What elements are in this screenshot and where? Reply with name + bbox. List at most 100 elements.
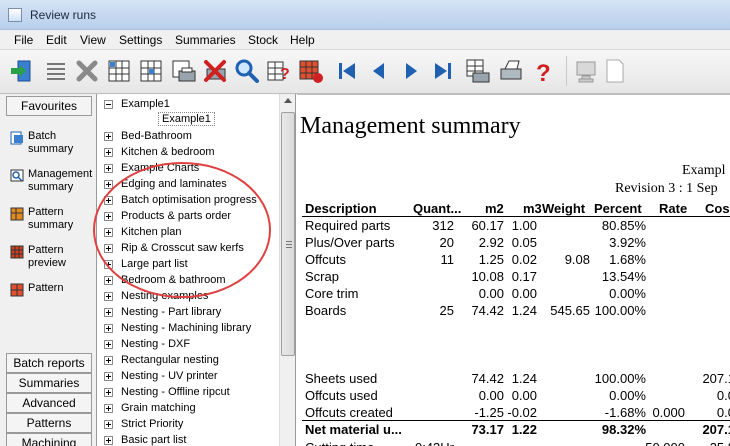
batch-summary-icon (10, 131, 28, 147)
expand-icon[interactable] (104, 323, 113, 333)
first-page-icon[interactable] (332, 56, 362, 86)
cutting-cell-0: Cutting time (305, 440, 374, 446)
collapse-icon[interactable] (104, 99, 113, 109)
computer-icon[interactable] (572, 56, 602, 86)
summary-cell-2: 10.08 (471, 269, 504, 284)
nav-advanced[interactable]: Advanced (6, 393, 92, 413)
management-summary-icon (10, 169, 28, 185)
expand-icon[interactable] (104, 387, 113, 397)
cancel-print-icon[interactable] (200, 56, 230, 86)
menu-view[interactable]: View (80, 33, 106, 47)
summary-cell-3: 0.00 (511, 286, 537, 301)
summary-cell-3: 0.17 (511, 269, 537, 284)
expand-icon[interactable] (104, 435, 113, 445)
print-batch-icon[interactable] (168, 56, 198, 86)
expand-icon[interactable] (104, 307, 113, 317)
summary-cell-2: 1.25 (478, 252, 504, 267)
page-icon[interactable] (600, 56, 630, 86)
tree-child-item[interactable]: Example1 (158, 112, 215, 126)
search-icon[interactable] (232, 56, 262, 86)
nav-machining[interactable]: Machining (6, 433, 92, 446)
fav-pattern[interactable]: Pattern (10, 282, 96, 299)
report-revision: Revision 3 : 1 Sep (615, 181, 718, 196)
fav-batch-summary[interactable]: Batch summary (10, 130, 96, 156)
tree-item[interactable]: Grain matching (104, 400, 196, 416)
pattern-grid-icon[interactable] (136, 56, 166, 86)
tree-item[interactable]: Bed-Bathroom (104, 128, 192, 144)
total-cell-0: Net material u... (305, 422, 402, 437)
scroll-thumb[interactable] (281, 112, 295, 356)
table-row: Sheets used 74.42 1.24 100.00% 207.1 (305, 371, 730, 387)
usage-cell-7: 207.1 (702, 371, 730, 386)
menu-file[interactable]: File (14, 33, 33, 47)
printer-icon[interactable] (496, 56, 526, 86)
summary-cell-5: 100.00% (594, 303, 646, 318)
fav-pattern-summary[interactable]: Pattern summary (10, 206, 96, 232)
expand-icon[interactable] (104, 291, 113, 301)
report-subtitle: Exampl (682, 163, 726, 178)
fav-pattern-preview[interactable]: Pattern preview (10, 244, 96, 270)
tree-item[interactable]: Basic part list (104, 432, 186, 446)
help-table-icon[interactable]: ? (264, 56, 294, 86)
table-row: Scrap 10.08 0.17 13.54% (305, 269, 730, 285)
summary-cell-1: 11 (440, 252, 455, 267)
usage-cell-0: Sheets used (305, 371, 378, 386)
expand-icon[interactable] (104, 163, 113, 173)
expand-icon[interactable] (104, 275, 113, 285)
pattern-export-icon[interactable] (296, 56, 326, 86)
col-rate: Rate (659, 201, 688, 216)
report-title: Management summary (300, 113, 521, 139)
usage-cell-6: 0.000 (652, 405, 685, 420)
tree-item[interactable]: Kitchen & bedroom (104, 144, 215, 160)
expand-icon[interactable] (104, 371, 113, 381)
expand-icon[interactable] (104, 403, 113, 413)
print-preview-icon[interactable] (462, 56, 492, 86)
delete-icon[interactable] (72, 56, 102, 86)
usage-cell-7: 0.0 (716, 405, 730, 420)
menu-summaries[interactable]: Summaries (175, 33, 236, 47)
nav-patterns[interactable]: Patterns (6, 413, 92, 433)
next-page-icon[interactable] (396, 56, 426, 86)
tree-scrollbar[interactable] (279, 94, 295, 446)
expand-icon[interactable] (104, 419, 113, 429)
question-icon[interactable]: ? (528, 56, 558, 86)
tree-item[interactable]: Strict Priority (104, 416, 183, 432)
table-row: Core trim 0.00 0.00 0.00% (305, 286, 730, 302)
usage-cell-5: 0.00% (609, 388, 646, 403)
scroll-up-icon[interactable] (284, 98, 292, 103)
menu-edit[interactable]: Edit (46, 33, 67, 47)
expand-icon[interactable] (104, 131, 113, 141)
nav-summaries[interactable]: Summaries (6, 373, 92, 393)
menu-help[interactable]: Help (290, 33, 315, 47)
expand-icon[interactable] (104, 339, 113, 349)
summary-cell-1: 312 (432, 218, 454, 233)
tree-item[interactable]: Rectangular nesting (104, 352, 219, 368)
tree-item[interactable]: Nesting - Machining library (104, 320, 251, 336)
previous-page-icon[interactable] (364, 56, 394, 86)
usage-cell-3: 0.00 (511, 388, 537, 403)
menu-stock[interactable]: Stock (248, 33, 278, 47)
pattern-preview-icon (10, 245, 28, 261)
expand-icon[interactable] (104, 355, 113, 365)
list-icon[interactable] (40, 56, 70, 86)
toolbar-separator (566, 56, 567, 86)
exit-icon[interactable] (8, 56, 38, 86)
tree-item[interactable]: Nesting - Offline ripcut (104, 384, 230, 400)
nav-batch-reports[interactable]: Batch reports (6, 353, 92, 373)
fav-management-summary[interactable]: Management summary (10, 168, 96, 194)
table-row: Cutting time 0:43Hr 50.000 35.8 (305, 440, 730, 446)
tree-item[interactable]: Nesting - UV printer (104, 368, 218, 384)
tree-item[interactable]: Nesting - Part library (104, 304, 221, 320)
menu-settings[interactable]: Settings (119, 33, 162, 47)
summary-cell-1: 25 (439, 303, 454, 318)
tree-item[interactable]: Example1 (104, 96, 170, 112)
tree-item[interactable]: Nesting - DXF (104, 336, 190, 352)
grip-icon (286, 241, 292, 248)
batch-grid-icon[interactable] (104, 56, 134, 86)
favourites-header[interactable]: Favourites (6, 96, 92, 116)
expand-icon[interactable] (104, 147, 113, 157)
summary-cell-4: 545.65 (550, 303, 590, 318)
last-page-icon[interactable] (428, 56, 458, 86)
highlight-circle (93, 162, 271, 298)
usage-cell-2: 0.00 (478, 388, 504, 403)
